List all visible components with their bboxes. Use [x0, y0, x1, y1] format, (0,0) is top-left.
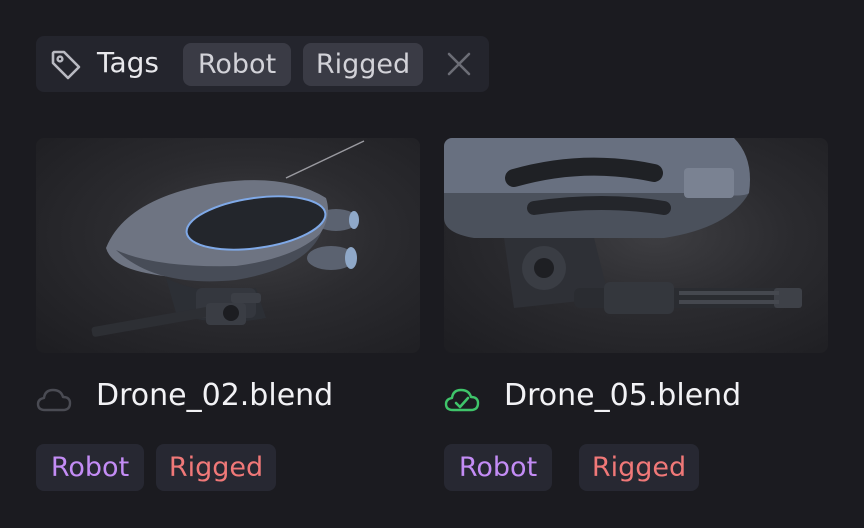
tag-icon — [51, 50, 81, 80]
drone-thumbnail-image — [444, 138, 802, 314]
asset-tag-robot[interactable]: Robot — [444, 444, 552, 491]
close-icon[interactable] — [444, 49, 474, 79]
filter-chip-rigged[interactable]: Rigged — [303, 43, 423, 86]
asset-tag-robot[interactable]: Robot — [36, 444, 144, 491]
asset-tag-rigged[interactable]: Rigged — [156, 444, 276, 491]
asset-thumbnail[interactable] — [444, 138, 828, 353]
asset-file-name[interactable]: Drone_05.blend — [504, 376, 741, 416]
asset-file-name[interactable]: Drone_02.blend — [96, 376, 333, 416]
asset-thumbnail[interactable] — [36, 138, 420, 353]
asset-browser: Tags Robot Rigged Drone_02.blend Robot R… — [0, 0, 864, 528]
asset-tag-rigged[interactable]: Rigged — [579, 444, 699, 491]
filter-chip-robot[interactable]: Robot — [183, 43, 291, 86]
filter-label: Tags — [97, 46, 159, 79]
asset-card[interactable]: Drone_05.blend Robot Rigged — [444, 138, 828, 491]
drone-thumbnail-image — [91, 140, 365, 337]
cloud-check-icon — [444, 388, 480, 412]
cloud-icon — [36, 388, 72, 412]
asset-card[interactable]: Drone_02.blend Robot Rigged — [36, 138, 420, 491]
tag-filter-bar: Tags Robot Rigged — [36, 36, 489, 92]
